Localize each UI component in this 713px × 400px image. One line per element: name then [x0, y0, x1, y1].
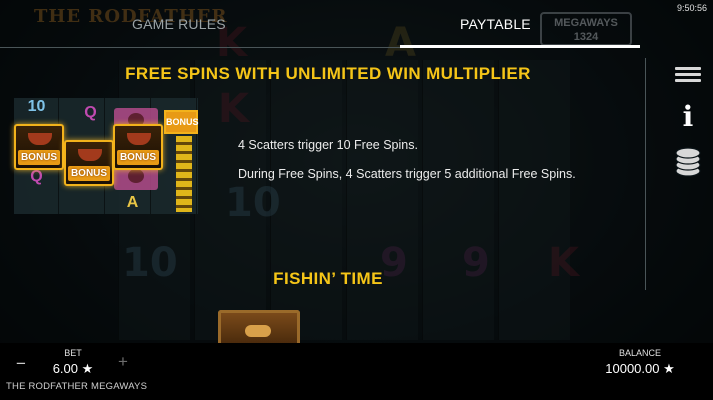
- bonus-scatter-symbol: BONUS: [164, 110, 199, 134]
- boat-icon: [127, 133, 151, 145]
- bonus-label: BONUS: [117, 150, 159, 165]
- mini-symbol: A: [126, 194, 139, 211]
- boat-icon: [28, 133, 52, 145]
- balance-value: 10000.00 ★: [605, 361, 675, 376]
- megaways-strip: [176, 136, 192, 212]
- side-divider: [645, 58, 646, 290]
- tab-game-rules[interactable]: GAME RULES: [132, 16, 226, 32]
- bonus-scatter-symbol: BONUS: [14, 124, 64, 170]
- menu-button[interactable]: [672, 58, 704, 90]
- section-title: FREE SPINS WITH UNLIMITED WIN MULTIPLIER: [125, 64, 531, 83]
- bonus-scatter-symbol: BONUS: [64, 140, 114, 186]
- game-name: THE RODFATHER MEGAWAYS: [6, 381, 148, 392]
- tab-paytable[interactable]: PAYTABLE: [460, 16, 531, 32]
- boat-icon: [78, 149, 102, 161]
- active-tab-indicator: [400, 45, 640, 48]
- bonus-scatter-symbol: BONUS: [113, 124, 163, 170]
- coins-icon: [675, 147, 701, 177]
- clock: 9:50:56: [676, 3, 707, 13]
- mini-symbol: Q: [84, 104, 97, 121]
- menu-icon: [675, 64, 701, 85]
- coins-button[interactable]: [672, 145, 704, 177]
- bonus-label: BONUS: [68, 166, 110, 181]
- section-title-fishin-time: FISHIN’ TIME: [273, 269, 383, 288]
- info-button[interactable]: i: [672, 99, 704, 133]
- rule-text: During Free Spins, 4 Scatters trigger 5 …: [238, 167, 576, 181]
- balance-label: BALANCE: [618, 348, 662, 358]
- info-icon: i: [682, 99, 694, 133]
- mini-symbol: 10: [27, 98, 46, 115]
- paytable-tabs: GAME RULES PAYTABLE: [0, 0, 640, 48]
- rule-text: 4 Scatters trigger 10 Free Spins.: [238, 138, 418, 152]
- wooden-sign-image: [218, 310, 300, 344]
- mini-symbol: Q: [30, 168, 43, 185]
- bonus-label: BONUS: [18, 150, 60, 165]
- increase-bet-button[interactable]: +: [118, 352, 128, 372]
